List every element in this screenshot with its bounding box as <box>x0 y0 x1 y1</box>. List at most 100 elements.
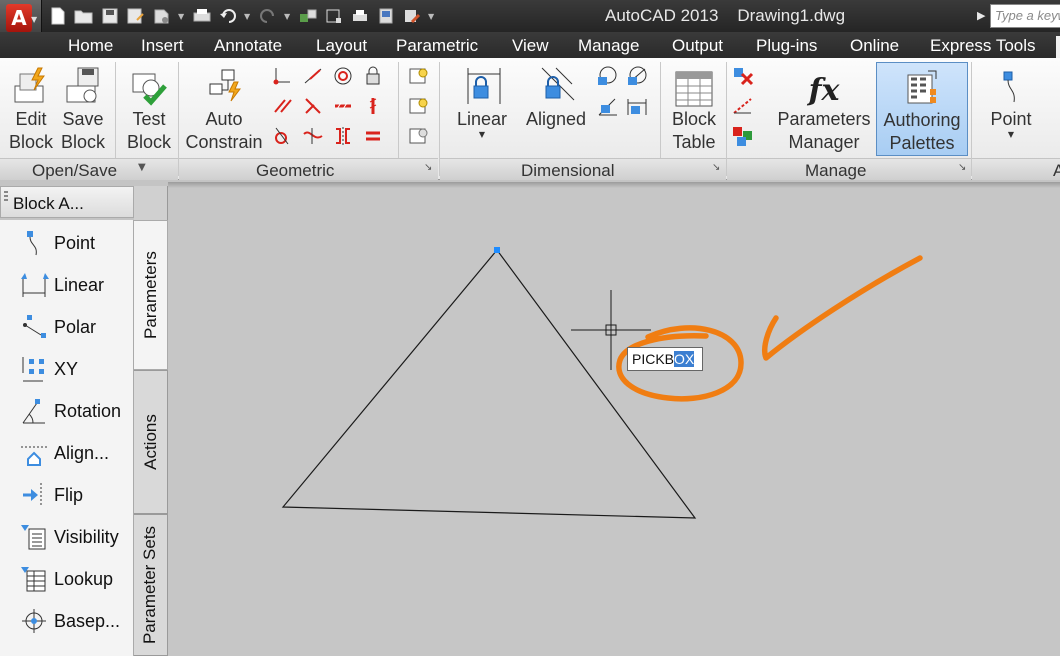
manage-launcher-icon[interactable]: ↘ <box>958 162 966 173</box>
sheet-icon[interactable] <box>376 7 396 25</box>
tool-linear[interactable]: Linear <box>18 268 104 302</box>
tool-alignment[interactable]: Align... <box>18 436 109 470</box>
tool-polar[interactable]: Polar <box>18 310 96 344</box>
auto-constrain-button[interactable]: Auto Constrain <box>184 62 264 160</box>
tool-xy[interactable]: XY <box>18 352 78 386</box>
customize-qat-caret-icon[interactable]: ▼ <box>428 12 438 21</box>
palette-title-bar[interactable]: Block A... <box>0 186 134 218</box>
tab-home[interactable]: Home <box>68 36 113 56</box>
dimensional-panel-title[interactable]: Dimensional <box>521 161 615 181</box>
convert-lock-icon[interactable] <box>624 94 650 118</box>
tool-rotation[interactable]: Rotation <box>18 394 121 428</box>
open-icon[interactable] <box>74 7 94 25</box>
dynamic-input-tooltip[interactable]: PICKBOX <box>627 347 703 371</box>
tab-plug-ins[interactable]: Plug-ins <box>756 36 817 56</box>
edit-block-label: Edit Block <box>8 109 53 152</box>
linear-constraint-button[interactable]: Linear ▼ <box>450 62 514 160</box>
drawing-canvas[interactable] <box>168 182 1060 656</box>
vertical-icon[interactable] <box>360 94 386 118</box>
save-block-button[interactable]: Save Block <box>60 62 106 160</box>
parallel-icon[interactable] <box>270 94 296 118</box>
concentric-icon[interactable] <box>330 64 356 88</box>
diameter-lock-icon[interactable] <box>624 64 650 88</box>
tab-layout[interactable]: Layout <box>316 36 367 56</box>
tab-block-editor-edge[interactable] <box>1056 36 1060 58</box>
open-save-panel-title[interactable]: Open/Save <box>32 161 117 181</box>
save-icon[interactable] <box>100 7 120 25</box>
linear-dropdown-icon[interactable]: ▼ <box>450 131 514 139</box>
tab-output[interactable]: Output <box>672 36 723 56</box>
tab-parameters[interactable]: Parameters <box>134 220 168 370</box>
block-table-button[interactable]: Block Table <box>664 62 724 160</box>
smooth-icon[interactable] <box>300 124 326 148</box>
action-parameters-panel-title[interactable]: A <box>1053 161 1060 181</box>
plot-icon[interactable] <box>192 7 212 25</box>
action-parameters-panel-footer[interactable] <box>972 158 1060 180</box>
tool-point[interactable]: Point <box>18 226 95 260</box>
geometric-launcher-icon[interactable]: ↘ <box>424 162 432 173</box>
ribbon: Edit Block Save Block Test Block Open/Sa… <box>0 58 1060 180</box>
parameters-manager-button[interactable]: fx Parameters Manager <box>776 62 872 160</box>
tool-label: Visibility <box>54 526 119 547</box>
edit-block-button[interactable]: Edit Block <box>8 62 54 160</box>
new-icon[interactable] <box>48 7 68 25</box>
perpendicular-icon[interactable] <box>300 94 326 118</box>
manage-panel-title[interactable]: Manage <box>805 161 866 181</box>
coincident-icon[interactable] <box>270 64 296 88</box>
redo-icon[interactable] <box>258 7 278 25</box>
tab-parameter-sets[interactable]: Parameter Sets <box>134 514 168 656</box>
customize-icon[interactable] <box>402 7 422 25</box>
symmetric-icon[interactable] <box>330 124 356 148</box>
delete-constraints-icon[interactable] <box>730 64 756 88</box>
palette-grip-icon[interactable] <box>4 191 8 203</box>
radius-lock-icon[interactable] <box>594 64 620 88</box>
equal-icon[interactable] <box>360 124 386 148</box>
collinear-icon[interactable] <box>300 64 326 88</box>
test-block-icon <box>129 62 169 108</box>
angular-lock-icon[interactable] <box>594 94 620 118</box>
tab-insert[interactable]: Insert <box>141 36 184 56</box>
hide-all-constraints-icon[interactable] <box>406 124 432 148</box>
test-block-button[interactable]: Test Block <box>124 62 174 160</box>
qat-dropdown-caret-icon[interactable]: ▼ <box>178 12 188 21</box>
tab-annotate[interactable]: Annotate <box>214 36 282 56</box>
point-parameter-button[interactable]: Point ▼ <box>984 62 1038 160</box>
constraint-status-icon[interactable] <box>730 124 756 148</box>
tab-label: Parameter Sets <box>140 525 160 645</box>
publish-icon[interactable] <box>152 7 172 25</box>
dimensional-launcher-icon[interactable]: ↘ <box>712 162 720 173</box>
search-input[interactable]: Type a keyword or phrase <box>990 4 1060 28</box>
geometric-panel-title[interactable]: Geometric <box>256 161 334 181</box>
point-dropdown-icon[interactable]: ▼ <box>984 131 1038 139</box>
undo-caret-icon[interactable]: ▼ <box>244 12 254 21</box>
undo-icon[interactable] <box>218 7 238 25</box>
tool-basepoint[interactable]: Basep... <box>18 604 120 638</box>
tangent-icon[interactable] <box>270 124 296 148</box>
polar-parameter-icon <box>18 311 50 343</box>
save-as-icon[interactable] <box>126 7 146 25</box>
authoring-palettes-button[interactable]: Authoring Palettes <box>876 62 968 156</box>
tab-actions[interactable]: Actions <box>134 370 168 514</box>
authoring-palettes-label: Authoring Palettes <box>883 110 961 153</box>
expand-arrow-icon[interactable]: ▶ <box>977 9 985 22</box>
tab-manage[interactable]: Manage <box>578 36 639 56</box>
tab-view[interactable]: View <box>512 36 549 56</box>
quick-access-toolbar: ▼ ▼ ▼ ▼ <box>48 4 442 28</box>
tool-lookup[interactable]: Lookup <box>18 562 113 596</box>
construction-geometry-icon[interactable] <box>730 94 756 118</box>
match-properties-icon[interactable] <box>298 7 318 25</box>
block-icon[interactable] <box>324 7 344 25</box>
tool-visibility[interactable]: Visibility <box>18 520 119 554</box>
open-save-dropdown-icon[interactable]: ▼ <box>138 162 146 173</box>
tab-express-tools[interactable]: Express Tools <box>930 36 1036 56</box>
fix-lock-icon[interactable] <box>360 64 386 88</box>
show-all-constraints-icon[interactable] <box>406 94 432 118</box>
tab-online[interactable]: Online <box>850 36 899 56</box>
redo-caret-icon[interactable]: ▼ <box>284 12 294 21</box>
show-constraint-icon[interactable] <box>406 64 432 88</box>
aligned-constraint-button[interactable]: Aligned <box>520 62 592 160</box>
horizontal-icon[interactable] <box>330 94 356 118</box>
tab-parametric[interactable]: Parametric <box>396 36 478 56</box>
print-preview-icon[interactable] <box>350 7 370 25</box>
tool-flip[interactable]: Flip <box>18 478 83 512</box>
